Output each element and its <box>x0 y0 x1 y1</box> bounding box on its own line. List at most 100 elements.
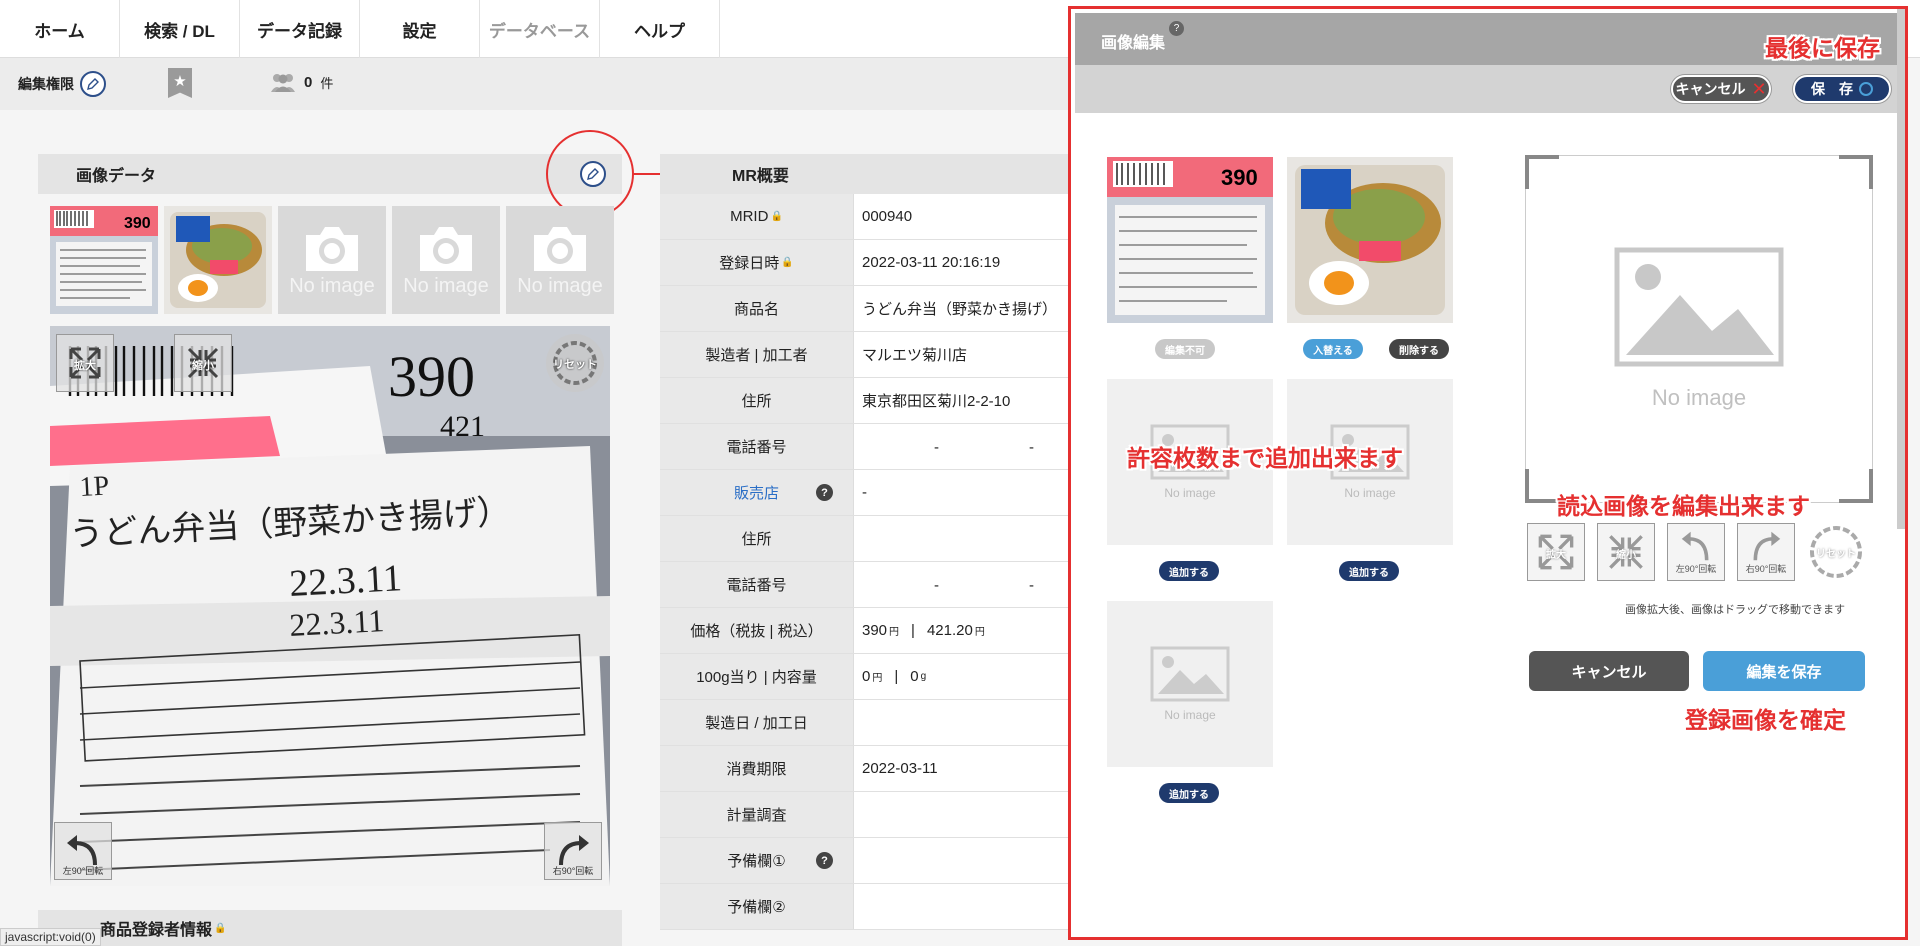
store-link-text[interactable]: 販売店 <box>734 482 779 503</box>
thumbnail-empty-1[interactable]: No image <box>278 206 386 314</box>
reset-button[interactable]: リセット <box>546 334 604 392</box>
per-100g: 0 <box>862 668 871 685</box>
rotate-left-button[interactable]: 左90°回転 <box>54 822 112 880</box>
no-image-label: No image <box>1164 708 1216 722</box>
edit-preview-canvas[interactable]: No image <box>1525 155 1873 503</box>
svg-text:22.3.11: 22.3.11 <box>288 602 385 643</box>
crop-corner[interactable] <box>1839 155 1873 189</box>
nav-home[interactable]: ホーム <box>0 0 120 58</box>
nav-help[interactable]: ヘルプ <box>600 0 720 58</box>
nav-data-record[interactable]: データ記録 <box>240 0 360 58</box>
tool-zoom-out-button[interactable]: 縮小 <box>1597 523 1655 581</box>
editor-cancel-button[interactable]: キャンセル ✕ <box>1671 75 1771 103</box>
mr-label: 製造日 / 加工日 <box>660 700 854 745</box>
help-icon[interactable]: ? <box>816 484 833 501</box>
thumbnail-food-photo[interactable] <box>164 206 272 314</box>
delete-button[interactable]: 削除する <box>1389 339 1449 359</box>
mr-row-store-address: 住所 <box>660 516 1070 562</box>
store-link[interactable]: 販売店? <box>660 470 854 515</box>
mr-label: 価格（税抜 | 税込） <box>660 608 854 653</box>
main-image-viewer[interactable]: 390 421 1P うどん弁当（野菜かき揚げ） 22.3.11 22.3.11… <box>50 326 610 886</box>
editor-slot-1[interactable]: 390 <box>1107 157 1273 323</box>
mr-label: 住所 <box>660 378 854 423</box>
mr-summary-table: MRID 🔒 000940 登録日時 🔒 2022-03-11 20:16:19 商品名… <box>660 194 1070 930</box>
crop-corner[interactable] <box>1525 155 1559 189</box>
no-image-label: No image <box>403 274 489 297</box>
thumbnail-strip: 390 No image No image No image <box>50 206 614 314</box>
annotation-add-upto: 許容枚数まで追加出来ます <box>1127 445 1403 471</box>
mr-row-weighing: 計量調査 <box>660 792 1070 838</box>
nav-settings[interactable]: 設定 <box>360 0 480 58</box>
registrant-header: 商品登録者情報 🔒 <box>38 910 622 946</box>
editor-slot-5[interactable]: No image <box>1107 601 1273 767</box>
add-image-button-3[interactable]: 追加する <box>1159 783 1219 803</box>
zoom-in-button[interactable]: 拡大 <box>56 334 114 392</box>
crop-corner[interactable] <box>1525 469 1559 503</box>
mr-row-expiry: 消費期限 2022-03-11 <box>660 746 1070 792</box>
registrant-title: 商品登録者情報 <box>100 922 213 939</box>
mr-label: 計量調査 <box>660 792 854 837</box>
tool-rotate-right-button[interactable]: 右90°回転 <box>1737 523 1795 581</box>
crop-corner[interactable] <box>1839 469 1873 503</box>
help-icon[interactable]: ? <box>816 852 833 869</box>
mr-label-text: 登録日時 <box>719 255 780 272</box>
mr-label-text: MRID <box>730 208 769 225</box>
svg-text:22.3.11: 22.3.11 <box>288 557 403 605</box>
nav-database[interactable]: データベース <box>480 0 600 58</box>
editor-cancel-label: キャンセル <box>1675 81 1746 97</box>
tool-zoom-in-button[interactable]: 拡大 <box>1527 523 1585 581</box>
unit: 円 <box>872 673 883 684</box>
camera-icon <box>306 226 358 271</box>
help-icon[interactable]: ? <box>1169 21 1184 36</box>
tool-label: 左90°回転 <box>1675 563 1717 574</box>
annotation-save-last: 最後に保存 <box>1765 35 1880 61</box>
close-x-icon: ✕ <box>1751 78 1767 99</box>
mr-label-text: 予備欄① <box>727 853 786 870</box>
unit: 円 <box>889 627 900 638</box>
annotation-confirm: 登録画像を確定 <box>1685 707 1846 733</box>
pencil-icon[interactable] <box>80 71 106 97</box>
mr-value: マルエツ菊川店 <box>854 332 1070 377</box>
image-editor-toolbar: キャンセル ✕ 保 存 <box>1075 65 1903 113</box>
add-image-button-1[interactable]: 追加する <box>1159 561 1219 581</box>
people-icon <box>271 74 295 92</box>
image-data-title: 画像データ <box>76 168 157 185</box>
editor-save-button[interactable]: 保 存 <box>1793 75 1891 103</box>
mr-row-spare2: 予備欄② <box>660 884 1070 930</box>
svg-text:390: 390 <box>124 215 151 232</box>
mr-value: 2022-03-11 <box>854 746 1070 791</box>
unit: 円 <box>974 627 985 638</box>
tool-label: 縮小 <box>1616 550 1636 561</box>
mr-row-phone: 電話番号 - - <box>660 424 1070 470</box>
thumbnail-empty-3[interactable]: No image <box>506 206 614 314</box>
content-amount: 0 <box>910 668 919 685</box>
mr-value <box>854 700 1070 745</box>
mr-label: 消費期限 <box>660 746 854 791</box>
mr-row-store: 販売店? - <box>660 470 1070 516</box>
tool-reset-button[interactable]: リセット <box>1807 523 1865 581</box>
editor-slot-2[interactable] <box>1287 157 1453 323</box>
zoom-out-button[interactable]: 縮小 <box>174 334 232 392</box>
thumbnail-empty-2[interactable]: No image <box>392 206 500 314</box>
mr-value <box>854 792 1070 837</box>
edit-permission: 編集権限 <box>18 71 106 97</box>
cancel-edit-button[interactable]: キャンセル <box>1529 651 1689 691</box>
price-incl: 421.20 <box>926 622 973 639</box>
replace-button[interactable]: 入替える <box>1303 339 1363 359</box>
editor-scrollbar[interactable] <box>1897 9 1905 529</box>
add-image-button-2[interactable]: 追加する <box>1339 561 1399 581</box>
mr-summary-title: MR概要 <box>732 168 789 185</box>
mr-value: - - <box>854 562 1070 607</box>
bookmark-star-icon[interactable]: ★ <box>168 68 192 98</box>
tool-rotate-left-button[interactable]: 左90°回転 <box>1667 523 1725 581</box>
rotate-right-label: 右90°回転 <box>552 866 594 876</box>
mr-label: 住所 <box>660 516 854 561</box>
mr-label: 電話番号 <box>660 562 854 607</box>
nav-search-dl[interactable]: 検索 / DL <box>120 0 240 58</box>
mr-value: - <box>854 470 1070 515</box>
save-edit-button[interactable]: 編集を保存 <box>1703 651 1865 691</box>
people-count: 0 件 <box>270 72 333 92</box>
save-circle-icon <box>1859 82 1873 96</box>
rotate-right-button[interactable]: 右90°回転 <box>544 822 602 880</box>
thumbnail-label-photo[interactable]: 390 <box>50 206 158 314</box>
